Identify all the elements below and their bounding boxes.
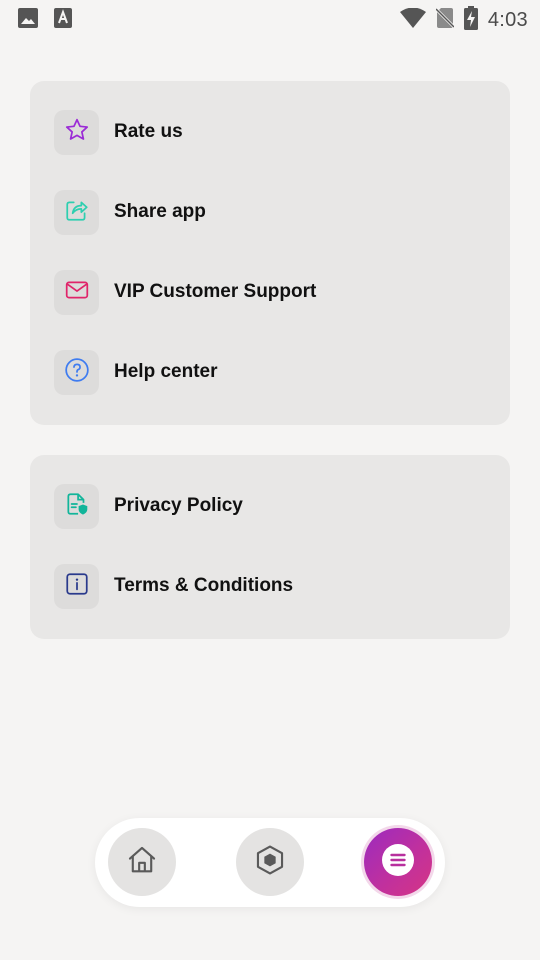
wifi-icon: [399, 7, 426, 33]
keyboard-a-icon: [54, 8, 72, 33]
mail-icon: [64, 277, 90, 308]
support-menu-card: Rate us Share app VIP Customer Support H…: [30, 81, 510, 425]
help-circle-icon: [64, 357, 90, 388]
image-icon: [18, 8, 38, 33]
status-bar: 4:03: [0, 0, 540, 36]
vip-support-icon-tile: [54, 269, 99, 315]
help-center-icon-tile: [54, 349, 99, 395]
privacy-policy-item[interactable]: Privacy Policy: [54, 483, 243, 529]
star-icon: [64, 117, 90, 148]
help-center-item[interactable]: Help center: [54, 349, 217, 395]
nav-home-button[interactable]: [108, 828, 176, 896]
share-app-label: Share app: [114, 201, 206, 222]
share-app-item[interactable]: Share app: [54, 189, 206, 235]
battery-charging-icon: [463, 6, 478, 35]
status-time: 4:03: [487, 9, 528, 31]
vip-customer-support-item[interactable]: VIP Customer Support: [54, 269, 316, 315]
vip-customer-support-label: VIP Customer Support: [114, 281, 317, 302]
privacy-policy-label: Privacy Policy: [114, 495, 243, 516]
home-icon: [125, 843, 159, 882]
share-app-icon-tile: [54, 189, 99, 235]
menu-icon: [381, 843, 415, 882]
nav-explore-button[interactable]: [236, 828, 304, 896]
bottom-navigation: [95, 818, 445, 907]
nav-menu-button[interactable]: [364, 828, 432, 896]
rate-us-label: Rate us: [114, 121, 183, 142]
terms-conditions-icon-tile: [54, 563, 99, 609]
cube-icon: [253, 843, 287, 882]
rate-us-icon-tile: [54, 109, 99, 155]
terms-conditions-item[interactable]: Terms & Conditions: [54, 563, 293, 609]
privacy-policy-icon-tile: [54, 483, 99, 529]
rate-us-item[interactable]: Rate us: [54, 109, 183, 155]
terms-conditions-label: Terms & Conditions: [114, 575, 294, 596]
no-sim-icon: [434, 7, 455, 34]
share-icon: [64, 197, 90, 228]
privacy-document-icon: [64, 491, 90, 522]
legal-menu-card: Privacy Policy Terms & Conditions: [30, 455, 510, 639]
info-square-icon: [64, 571, 90, 602]
help-center-label: Help center: [114, 361, 218, 382]
